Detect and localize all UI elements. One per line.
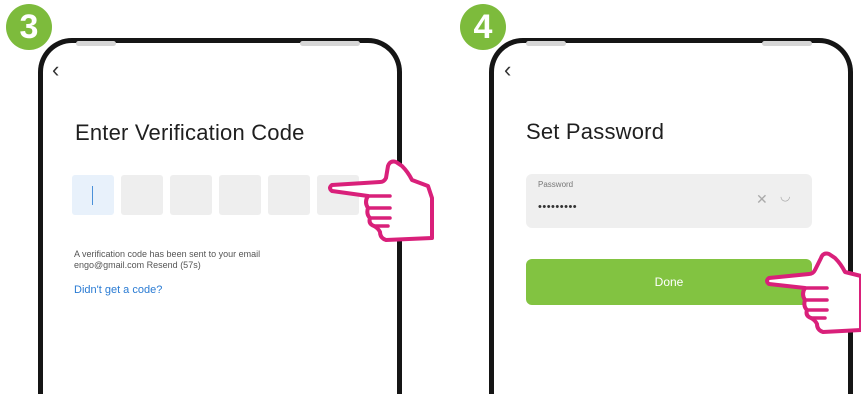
verification-info-line2: engo@gmail.com Resend (57s)	[74, 260, 201, 270]
eye-hidden-icon[interactable]: ◡	[780, 189, 790, 203]
step-3-badge: 3	[6, 4, 52, 50]
verification-info-line1: A verification code has been sent to you…	[74, 249, 261, 259]
code-digit-2[interactable]	[121, 175, 163, 215]
status-bar-right	[300, 41, 360, 46]
code-digit-5[interactable]	[268, 175, 310, 215]
resend-code-link[interactable]: Didn't get a code?	[74, 284, 162, 296]
pointing-hand-icon	[765, 251, 861, 334]
chevron-left-icon[interactable]: ‹	[52, 59, 59, 81]
status-bar-right	[762, 41, 812, 46]
page-title: Set Password	[526, 119, 665, 144]
code-digit-3[interactable]	[170, 175, 212, 215]
status-bar-left	[76, 41, 116, 46]
status-bar-left	[526, 41, 566, 46]
code-digit-4[interactable]	[219, 175, 261, 215]
chevron-left-icon[interactable]: ‹	[504, 59, 511, 81]
close-icon[interactable]: ✕	[756, 191, 768, 208]
password-label: Password	[538, 180, 574, 189]
password-value: •••••••••	[538, 201, 578, 213]
page-title: Enter Verification Code	[75, 120, 305, 145]
pointing-hand-icon	[328, 159, 434, 242]
text-cursor	[92, 186, 93, 205]
step-4-badge: 4	[460, 4, 506, 50]
password-field[interactable]: Password ••••••••• ✕ ◡	[526, 174, 812, 228]
code-digit-1[interactable]	[72, 175, 114, 215]
